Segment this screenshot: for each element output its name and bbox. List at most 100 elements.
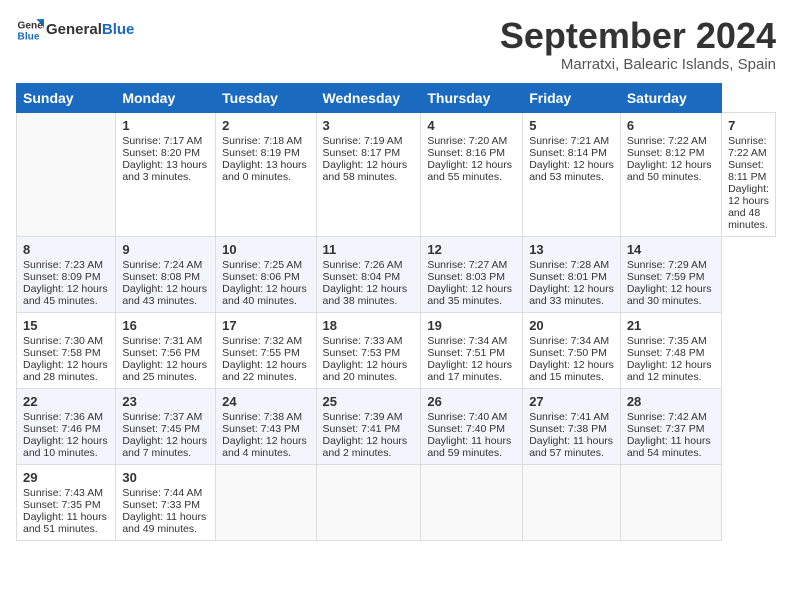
calendar-cell: 2Sunrise: 7:18 AMSunset: 8:19 PMDaylight… (216, 112, 316, 236)
daylight-text: Daylight: 12 hours and 38 minutes. (323, 283, 415, 307)
sunset-text: Sunset: 8:01 PM (529, 271, 614, 283)
daylight-text: Daylight: 11 hours and 49 minutes. (122, 511, 209, 535)
daylight-text: Daylight: 12 hours and 55 minutes. (427, 159, 516, 183)
sunrise-text: Sunrise: 7:34 AM (427, 335, 516, 347)
calendar-cell (523, 464, 621, 540)
sunrise-text: Sunrise: 7:41 AM (529, 411, 614, 423)
weekday-header-wednesday: Wednesday (316, 83, 421, 112)
day-number: 7 (728, 118, 769, 133)
daylight-text: Daylight: 12 hours and 17 minutes. (427, 359, 516, 383)
daylight-text: Daylight: 12 hours and 12 minutes. (627, 359, 715, 383)
logo-general: General (46, 21, 102, 38)
location-subtitle: Marratxi, Balearic Islands, Spain (500, 56, 776, 73)
calendar-week-row: 1Sunrise: 7:17 AMSunset: 8:20 PMDaylight… (17, 112, 776, 236)
day-number: 22 (23, 394, 109, 409)
sunrise-text: Sunrise: 7:35 AM (627, 335, 715, 347)
month-year-title: September 2024 (500, 16, 776, 56)
sunrise-text: Sunrise: 7:28 AM (529, 259, 614, 271)
daylight-text: Daylight: 13 hours and 0 minutes. (222, 159, 309, 183)
daylight-text: Daylight: 12 hours and 25 minutes. (122, 359, 209, 383)
sunrise-text: Sunrise: 7:22 AM (728, 135, 769, 159)
daylight-text: Daylight: 11 hours and 51 minutes. (23, 511, 109, 535)
weekday-header-sunday: Sunday (17, 83, 116, 112)
calendar-cell: 25Sunrise: 7:39 AMSunset: 7:41 PMDayligh… (316, 388, 421, 464)
daylight-text: Daylight: 12 hours and 45 minutes. (23, 283, 109, 307)
calendar-cell: 15Sunrise: 7:30 AMSunset: 7:58 PMDayligh… (17, 312, 116, 388)
sunset-text: Sunset: 7:40 PM (427, 423, 516, 435)
calendar-cell: 17Sunrise: 7:32 AMSunset: 7:55 PMDayligh… (216, 312, 316, 388)
calendar-cell: 18Sunrise: 7:33 AMSunset: 7:53 PMDayligh… (316, 312, 421, 388)
day-number: 15 (23, 318, 109, 333)
day-number: 4 (427, 118, 516, 133)
calendar-cell: 20Sunrise: 7:34 AMSunset: 7:50 PMDayligh… (523, 312, 621, 388)
sunrise-text: Sunrise: 7:25 AM (222, 259, 309, 271)
calendar-cell (421, 464, 523, 540)
sunrise-text: Sunrise: 7:33 AM (323, 335, 415, 347)
sunset-text: Sunset: 8:08 PM (122, 271, 209, 283)
svg-text:Blue: Blue (18, 31, 40, 42)
day-number: 21 (627, 318, 715, 333)
calendar-cell: 19Sunrise: 7:34 AMSunset: 7:51 PMDayligh… (421, 312, 523, 388)
daylight-text: Daylight: 11 hours and 57 minutes. (529, 435, 614, 459)
calendar-cell (316, 464, 421, 540)
sunset-text: Sunset: 8:06 PM (222, 271, 309, 283)
sunset-text: Sunset: 7:35 PM (23, 499, 109, 511)
day-number: 16 (122, 318, 209, 333)
calendar-cell: 13 Sunrise: 7:28 AMSunset: 8:01 PMDayligh… (523, 236, 621, 312)
sunset-text: Sunset: 7:58 PM (23, 347, 109, 359)
day-number: 9 (122, 242, 209, 257)
sunset-text: Sunset: 7:45 PM (122, 423, 209, 435)
sunset-text: Sunset: 8:09 PM (23, 271, 109, 283)
sunset-text: Sunset: 7:55 PM (222, 347, 309, 359)
sunrise-text: Sunrise: 7:27 AM (427, 259, 516, 271)
day-number: 13 (529, 242, 614, 257)
day-number: 14 (627, 242, 715, 257)
calendar-cell: 10 Sunrise: 7:25 AMSunset: 8:06 PMDayligh… (216, 236, 316, 312)
sunrise-text: Sunrise: 7:36 AM (23, 411, 109, 423)
daylight-text: Daylight: 12 hours and 40 minutes. (222, 283, 309, 307)
calendar-cell: 26Sunrise: 7:40 AMSunset: 7:40 PMDayligh… (421, 388, 523, 464)
daylight-text: Daylight: 12 hours and 35 minutes. (427, 283, 516, 307)
calendar-cell: 11Sunrise: 7:26 AMSunset: 8:04 PMDayligh… (316, 236, 421, 312)
sunset-text: Sunset: 7:56 PM (122, 347, 209, 359)
sunrise-text: Sunrise: 7:31 AM (122, 335, 209, 347)
calendar-cell: 3Sunrise: 7:19 AMSunset: 8:17 PMDaylight… (316, 112, 421, 236)
sunrise-text: Sunrise: 7:42 AM (627, 411, 715, 423)
calendar-cell: 6Sunrise: 7:22 AMSunset: 8:12 PMDaylight… (620, 112, 721, 236)
calendar-cell: 22Sunrise: 7:36 AMSunset: 7:46 PMDayligh… (17, 388, 116, 464)
day-number: 24 (222, 394, 309, 409)
sunset-text: Sunset: 8:20 PM (122, 147, 209, 159)
sunrise-text: Sunrise: 7:22 AM (627, 135, 715, 147)
daylight-text: Daylight: 12 hours and 7 minutes. (122, 435, 209, 459)
sunset-text: Sunset: 7:38 PM (529, 423, 614, 435)
calendar-cell (17, 112, 116, 236)
sunset-text: Sunset: 7:48 PM (627, 347, 715, 359)
sunrise-text: Sunrise: 7:24 AM (122, 259, 209, 271)
daylight-text: Daylight: 11 hours and 59 minutes. (427, 435, 516, 459)
calendar-week-row: 8Sunrise: 7:23 AMSunset: 8:09 PMDaylight… (17, 236, 776, 312)
calendar-cell (216, 464, 316, 540)
daylight-text: Daylight: 12 hours and 48 minutes. (728, 183, 769, 231)
daylight-text: Daylight: 13 hours and 3 minutes. (122, 159, 209, 183)
sunrise-text: Sunrise: 7:38 AM (222, 411, 309, 423)
day-number: 10 (222, 242, 309, 257)
calendar-week-row: 15Sunrise: 7:30 AMSunset: 7:58 PMDayligh… (17, 312, 776, 388)
day-number: 1 (122, 118, 209, 133)
daylight-text: Daylight: 12 hours and 50 minutes. (627, 159, 715, 183)
sunset-text: Sunset: 8:03 PM (427, 271, 516, 283)
calendar-cell: 30Sunrise: 7:44 AMSunset: 7:33 PMDayligh… (116, 464, 216, 540)
day-number: 30 (122, 470, 209, 485)
daylight-text: Daylight: 12 hours and 33 minutes. (529, 283, 614, 307)
weekday-header-saturday: Saturday (620, 83, 721, 112)
day-number: 5 (529, 118, 614, 133)
daylight-text: Daylight: 12 hours and 20 minutes. (323, 359, 415, 383)
weekday-header-monday: Monday (116, 83, 216, 112)
sunset-text: Sunset: 7:53 PM (323, 347, 415, 359)
daylight-text: Daylight: 12 hours and 10 minutes. (23, 435, 109, 459)
sunrise-text: Sunrise: 7:20 AM (427, 135, 516, 147)
calendar-cell: 28Sunrise: 7:42 AMSunset: 7:37 PMDayligh… (620, 388, 721, 464)
sunrise-text: Sunrise: 7:23 AM (23, 259, 109, 271)
day-number: 3 (323, 118, 415, 133)
sunrise-text: Sunrise: 7:32 AM (222, 335, 309, 347)
sunset-text: Sunset: 8:04 PM (323, 271, 415, 283)
